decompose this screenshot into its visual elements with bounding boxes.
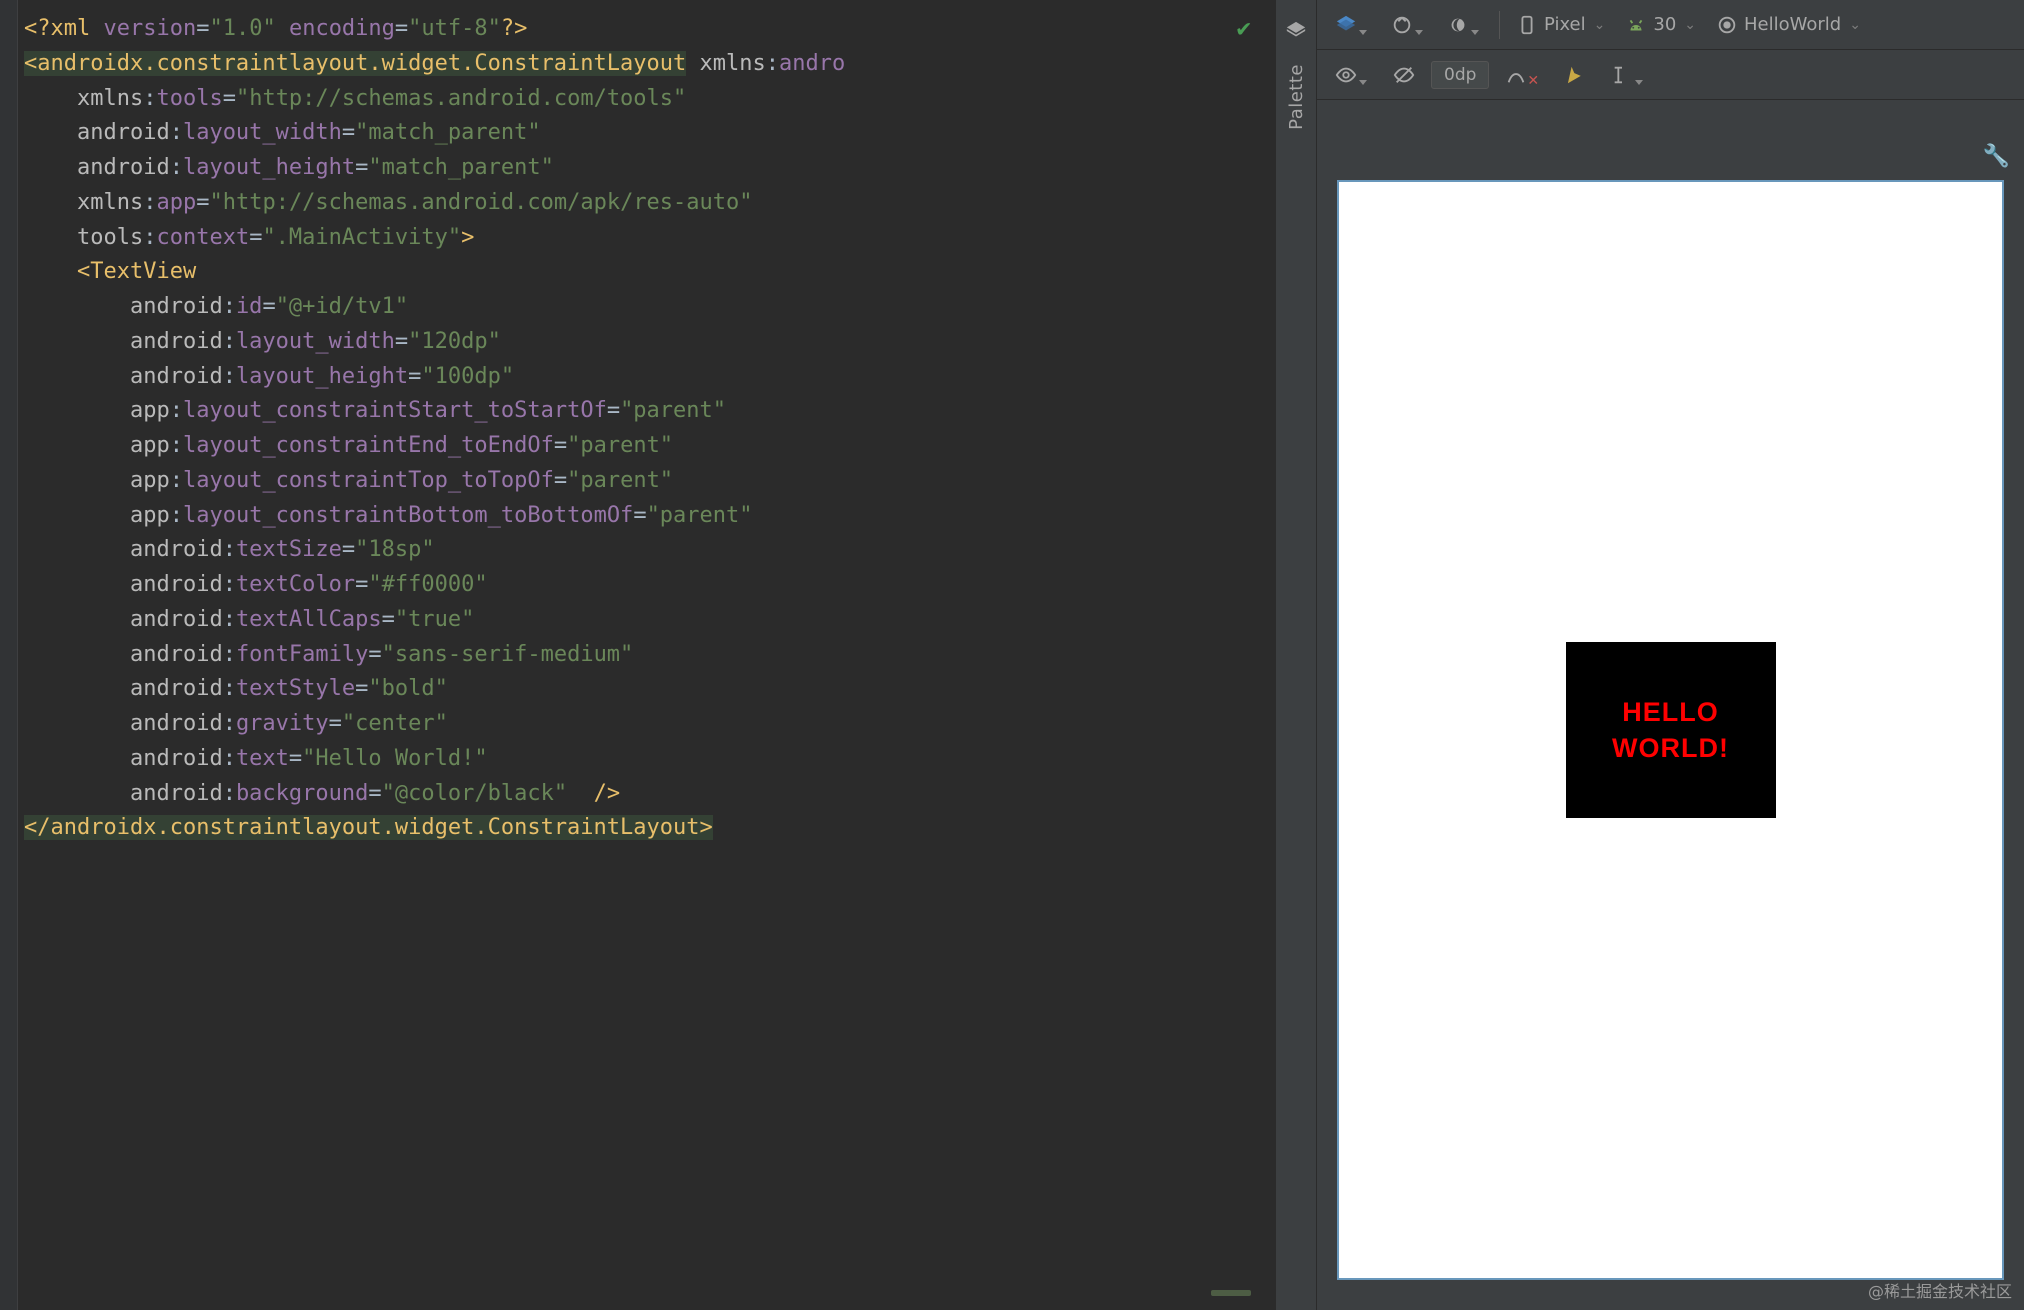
code-area[interactable]: <?xml version="1.0" encoding="utf-8"?><a… (0, 0, 1275, 858)
watermark: @稀土掘金技术社区 (1868, 1278, 2012, 1302)
layers-icon (1285, 20, 1307, 42)
design-surface-mode-icon[interactable] (1329, 10, 1377, 40)
clear-constraints-icon[interactable]: ✕ (1499, 60, 1551, 90)
margin-value[interactable]: 0dp (1431, 61, 1489, 89)
design-canvas[interactable]: 🔧 HELLO WORLD! (1317, 100, 2024, 1310)
editor-gutter (0, 0, 18, 1310)
preview-textview[interactable]: HELLO WORLD! (1566, 642, 1776, 818)
device-preview[interactable]: HELLO WORLD! (1337, 180, 2004, 1280)
preview-text: HELLO WORLD! (1566, 694, 1776, 767)
theme-selector[interactable]: HelloWorld⌄ (1710, 10, 1867, 40)
toolbar-separator (1499, 11, 1500, 39)
api-selector[interactable]: 30⌄ (1619, 10, 1702, 40)
infer-constraints-icon[interactable] (1561, 60, 1595, 90)
xml-editor-pane[interactable]: ✔ <?xml version="1.0" encoding="utf-8"?>… (0, 0, 1275, 1310)
night-mode-icon[interactable] (1441, 10, 1489, 40)
margin-text: 0dp (1444, 65, 1476, 85)
design-toolbar-top: Pixel⌄ 30⌄ HelloWorld⌄ (1317, 0, 2024, 50)
inspection-ok-icon: ✔ (1237, 14, 1251, 42)
blueprint-toggle-icon[interactable] (1387, 60, 1421, 90)
palette-label: Palette (1286, 64, 1307, 130)
api-label: 30 (1653, 14, 1676, 35)
design-pane: Pixel⌄ 30⌄ HelloWorld⌄ 0dp ✕ 🔧 (1317, 0, 2024, 1310)
scrollbar-marker (1211, 1290, 1251, 1296)
design-toolbar-bottom: 0dp ✕ (1317, 50, 2024, 100)
theme-label: HelloWorld (1744, 14, 1841, 35)
attributes-wrench-icon[interactable]: 🔧 (1983, 144, 2010, 169)
palette-strip[interactable]: Palette (1275, 0, 1317, 1310)
device-label: Pixel (1544, 14, 1586, 35)
view-options-icon[interactable] (1329, 60, 1377, 90)
orientation-icon[interactable] (1385, 10, 1433, 40)
guidelines-icon[interactable] (1605, 60, 1653, 90)
device-selector[interactable]: Pixel⌄ (1510, 10, 1611, 40)
